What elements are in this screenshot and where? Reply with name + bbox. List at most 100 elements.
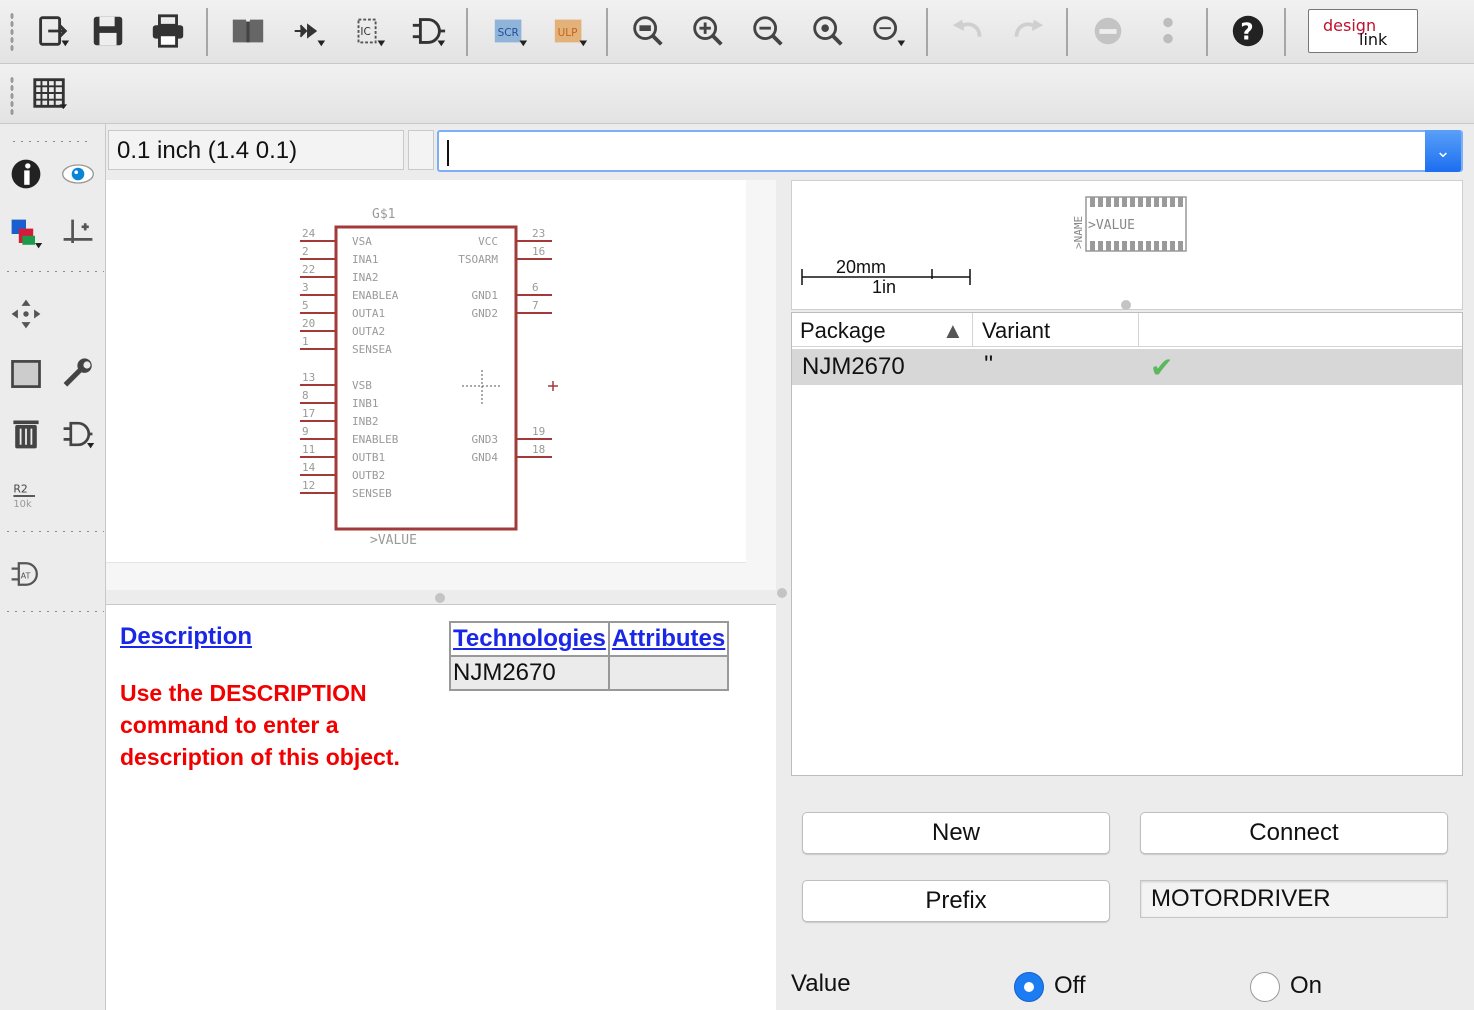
mark-button[interactable]	[56, 212, 100, 256]
svg-text:R2: R2	[13, 482, 27, 495]
toolbar-grip[interactable]	[10, 12, 14, 52]
horizontal-split-handle[interactable]	[435, 593, 445, 603]
zoom-out-button[interactable]	[744, 8, 792, 54]
zoom-in-button[interactable]	[684, 8, 732, 54]
symbol-horizontal-scrollbar[interactable]	[106, 562, 746, 590]
right-pin-name: GND2	[472, 307, 499, 320]
footprint-pad	[1106, 241, 1111, 251]
save-button[interactable]	[84, 8, 132, 54]
symbol-vertical-scrollbar[interactable]	[746, 180, 776, 590]
command-history-dropdown[interactable]: ⌄	[1425, 130, 1461, 172]
package-column-header[interactable]: Package	[800, 318, 886, 344]
script-icon: SCR	[494, 19, 528, 47]
left-pin-number: 11	[302, 443, 315, 456]
value-off-radio[interactable]	[1014, 972, 1044, 1002]
left-pin-name: VSB	[352, 379, 372, 392]
move-button[interactable]	[4, 292, 48, 336]
left-pin-number: 1	[302, 335, 309, 348]
grid-coordinate-display: 0.1 inch (1.4 0.1)	[108, 130, 404, 170]
right-pin-number: 16	[532, 245, 545, 258]
help-button[interactable]: ?	[1224, 8, 1272, 54]
technology-cell[interactable]: NJM2670	[449, 655, 610, 691]
ulp-button[interactable]: ULP	[546, 8, 594, 54]
redo-button[interactable]	[1004, 8, 1052, 54]
preview-split-handle[interactable]	[1121, 300, 1131, 310]
device-symbol[interactable]: G$1 24 VSA 2 INA1 22 INA2 3 ENABLEA 5 OUTA1 20 OUTA…	[106, 180, 746, 560]
delete-button[interactable]	[4, 412, 48, 456]
footprint-pad	[1122, 197, 1127, 207]
footprint-pad	[1138, 241, 1143, 251]
change-button[interactable]	[56, 352, 100, 396]
sidebar-grip[interactable]	[10, 140, 90, 143]
name-value-button[interactable]: R2 10k	[4, 474, 48, 518]
left-pin-number: 20	[302, 317, 315, 330]
grid-button[interactable]	[26, 70, 74, 116]
connect-button[interactable]: Connect	[1140, 812, 1448, 854]
left-pin-number: 22	[302, 263, 315, 276]
sidebar-divider	[4, 270, 104, 273]
wrench-icon	[63, 358, 92, 387]
library-button[interactable]	[224, 8, 272, 54]
footprint-pad	[1114, 197, 1119, 207]
left-pins: 24 VSA 2 INA1 22 INA2 3 ENABLEA 5 OUTA1 20 OUTA2 1 SE…	[300, 227, 399, 500]
display-layers-button[interactable]	[4, 212, 48, 256]
print-button[interactable]	[144, 8, 192, 54]
footprint-pad	[1162, 197, 1167, 207]
attributes-header-link[interactable]: Attributes	[607, 621, 730, 657]
command-sidebar: R2 10k AT	[0, 124, 106, 1010]
info-button[interactable]	[4, 152, 48, 196]
footprint-pad	[1170, 197, 1175, 207]
export-button[interactable]	[28, 8, 76, 54]
device-button[interactable]: IC	[344, 8, 392, 54]
device-ic-icon: IC	[357, 18, 386, 47]
description-panel: Description Use the DESCRIPTION command …	[106, 604, 776, 1010]
package-preview[interactable]: >VALUE >NAME 20mm 1in	[791, 180, 1463, 310]
toolbar-separator	[466, 8, 468, 56]
pin-direction-button[interactable]	[284, 8, 332, 54]
footprint-pad	[1162, 241, 1167, 251]
package-table-header: Package ▲ Variant	[792, 313, 1462, 347]
zoom-last-icon	[873, 16, 906, 47]
column-divider	[1138, 313, 1139, 347]
help-icon: ?	[1232, 15, 1264, 47]
stop-button[interactable]	[1084, 8, 1132, 54]
zoom-select-button[interactable]	[804, 8, 852, 54]
command-input[interactable]: ⌄	[437, 130, 1463, 172]
right-pins: 23 VCC 16 TSOARM 6 GND1 7 GND2 19 GND3 18 GND4	[458, 227, 552, 464]
left-pin-name: VSA	[352, 235, 372, 248]
svg-text:?: ?	[1240, 20, 1253, 46]
package-cell: NJM2670	[802, 353, 905, 380]
footprint-pad	[1154, 197, 1159, 207]
designlink-button[interactable]: design link	[1308, 9, 1418, 53]
right-pin-number: 7	[532, 299, 539, 312]
attribute-button[interactable]: AT	[4, 552, 48, 596]
column-divider	[972, 313, 973, 347]
symbol-button[interactable]	[404, 8, 452, 54]
footprint-pad	[1146, 241, 1151, 251]
variant-column-header[interactable]: Variant	[982, 318, 1050, 344]
zoom-last-button[interactable]	[864, 8, 912, 54]
show-button[interactable]	[56, 152, 100, 196]
toolbar-grip[interactable]	[10, 76, 14, 116]
undo-button[interactable]	[944, 8, 992, 54]
attribute-cell[interactable]	[607, 655, 730, 691]
designlink-logo-bottom: link	[1359, 30, 1388, 49]
prefix-field[interactable]: MOTORDRIVER	[1140, 880, 1448, 918]
technologies-header-link[interactable]: Technologies	[449, 621, 610, 657]
prefix-button[interactable]: Prefix	[802, 880, 1110, 922]
rectangle-button[interactable]	[4, 352, 48, 396]
connected-check-icon: ✔	[1150, 352, 1174, 383]
grid-icon	[33, 78, 68, 110]
symbol-view[interactable]: G$1 24 VSA 2 INA1 22 INA2 3 ENABLEA 5 OUTA1 20 OUTA…	[106, 180, 776, 590]
left-pin-name: SENSEA	[352, 343, 392, 356]
vertical-split-handle[interactable]	[777, 588, 787, 598]
new-button[interactable]: New	[802, 812, 1110, 854]
table-row[interactable]: NJM2670 '' ✔	[792, 349, 1462, 385]
value-on-radio[interactable]	[1250, 972, 1280, 1002]
script-button[interactable]: SCR	[486, 8, 534, 54]
add-gate-button[interactable]	[56, 412, 100, 456]
zoom-fit-button[interactable]	[624, 8, 672, 54]
go-button[interactable]	[1144, 8, 1192, 54]
description-link[interactable]: Description	[120, 623, 252, 651]
right-pin-name: GND1	[472, 289, 499, 302]
